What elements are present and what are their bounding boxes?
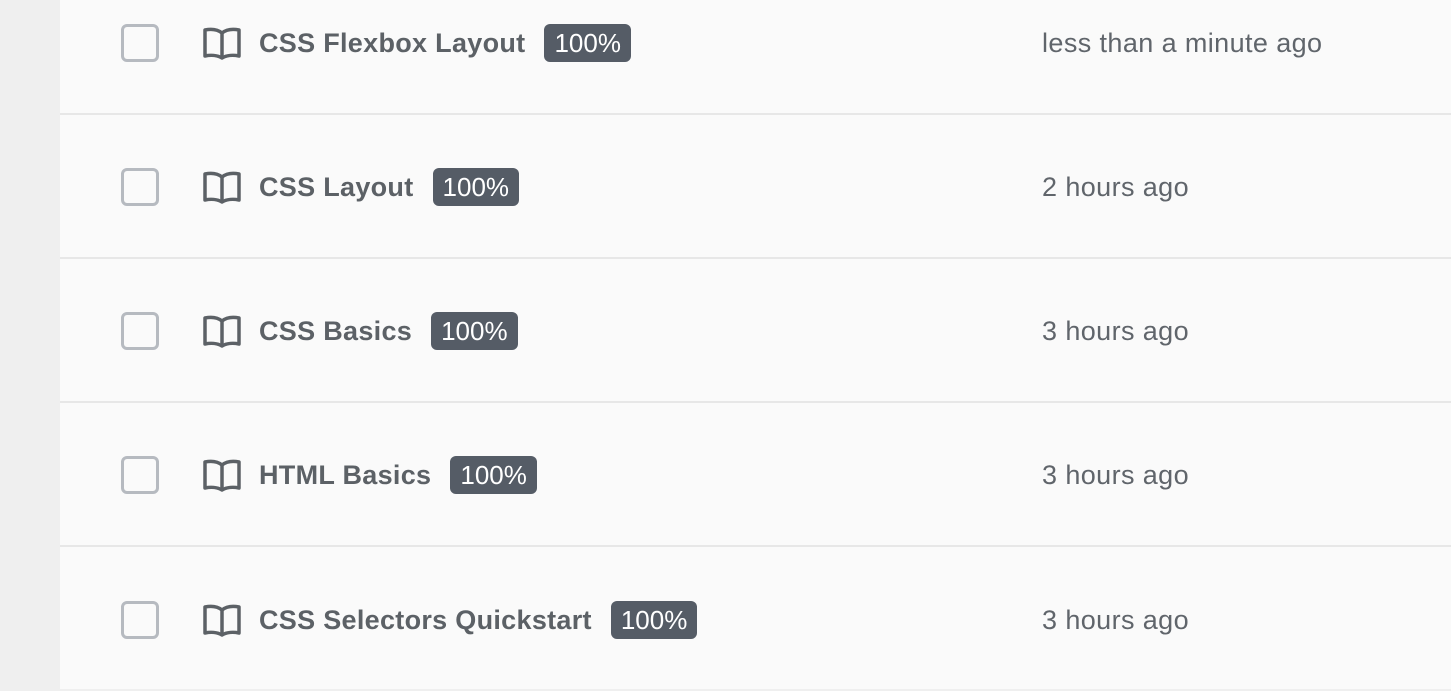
book-icon [203, 27, 241, 60]
progress-badge: 100% [432, 168, 520, 206]
list-item: HTML Basics 100% 3 hours ago [60, 404, 1451, 547]
progress-badge: 100% [431, 312, 518, 350]
book-icon [203, 604, 241, 637]
item-title[interactable]: CSS Flexbox Layout [259, 28, 525, 59]
select-checkbox[interactable] [121, 601, 159, 639]
book-icon [203, 459, 241, 492]
content-list: CSS Flexbox Layout 100% less than a minu… [60, 0, 1451, 689]
book-icon [203, 315, 241, 348]
sidebar-strip [0, 0, 60, 689]
item-title[interactable]: CSS Selectors Quickstart [259, 605, 592, 636]
list-item: CSS Basics 100% 3 hours ago [60, 260, 1451, 403]
item-timestamp: 3 hours ago [1042, 605, 1190, 635]
list-item: CSS Flexbox Layout 100% less than a minu… [60, 0, 1451, 115]
progress-badge: 100% [544, 24, 631, 62]
book-icon [203, 171, 241, 204]
item-timestamp: less than a minute ago [1042, 28, 1323, 58]
progress-badge: 100% [610, 601, 698, 639]
select-checkbox[interactable] [121, 24, 159, 62]
select-checkbox[interactable] [121, 456, 159, 494]
list-item: CSS Layout 100% 2 hours ago [60, 116, 1451, 259]
item-timestamp: 3 hours ago [1042, 316, 1190, 346]
item-title[interactable]: CSS Layout [259, 172, 414, 203]
item-title[interactable]: CSS Basics [259, 316, 412, 347]
select-checkbox[interactable] [121, 168, 159, 206]
item-title[interactable]: HTML Basics [259, 460, 431, 491]
item-timestamp: 3 hours ago [1042, 460, 1190, 490]
list-item: CSS Selectors Quickstart 100% 3 hours ag… [60, 548, 1451, 691]
item-timestamp: 2 hours ago [1042, 172, 1190, 202]
progress-badge: 100% [450, 456, 537, 494]
select-checkbox[interactable] [121, 312, 159, 350]
